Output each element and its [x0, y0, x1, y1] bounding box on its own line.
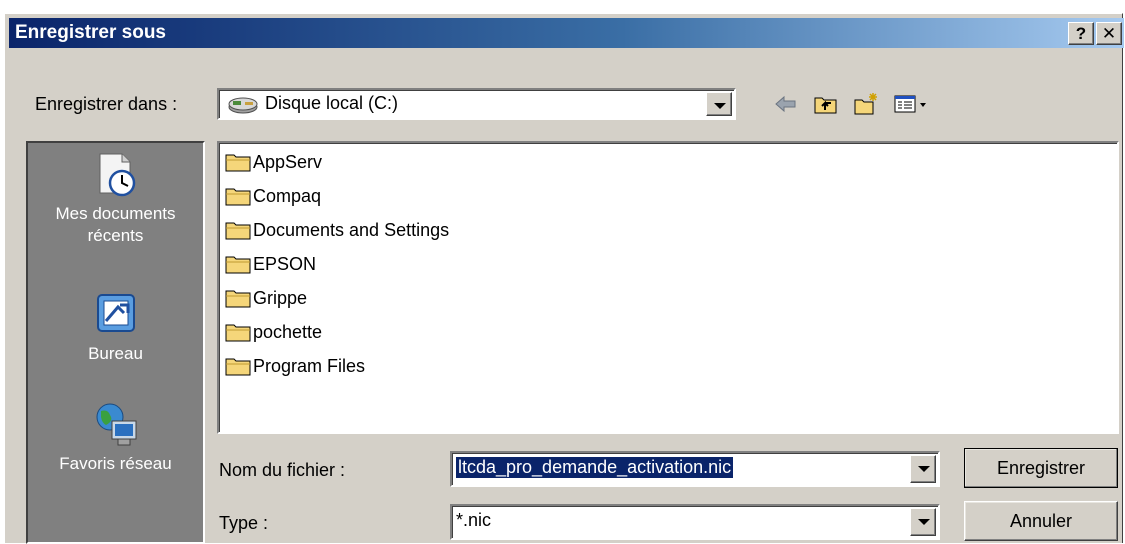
new-folder-icon[interactable] — [853, 92, 879, 116]
folder-icon — [225, 290, 251, 308]
file-name: Documents and Settings — [253, 219, 450, 240]
drive-icon — [227, 93, 259, 120]
close-button[interactable]: ✕ — [1096, 22, 1122, 45]
save-in-dropdown-button[interactable] — [706, 92, 732, 116]
list-item[interactable]: Documents and Settings — [225, 214, 449, 246]
file-name: pochette — [253, 321, 323, 342]
list-item[interactable]: AppServ — [225, 146, 322, 178]
desktop-icon — [92, 291, 140, 339]
filename-input[interactable]: ltcda_pro_demande_activation.nic — [450, 451, 940, 487]
file-list[interactable]: AppServ Compaq Documents and Settings EP… — [217, 141, 1119, 434]
view-menu-icon[interactable] — [893, 92, 929, 116]
filename-label: Nom du fichier : — [219, 460, 346, 480]
cancel-button[interactable]: Annuler — [964, 501, 1118, 541]
file-name: Grippe — [253, 287, 308, 308]
list-item[interactable]: Grippe — [225, 282, 307, 314]
network-icon — [92, 401, 140, 449]
save-in-combo[interactable]: Disque local (C:) — [217, 88, 736, 120]
places-bar: Mes documents récents Bureau Favoris rés… — [26, 141, 205, 544]
filetype-label: Type : — [219, 513, 269, 533]
title-bar[interactable]: Enregistrer sous ? ✕ — [9, 18, 1124, 48]
help-button[interactable]: ? — [1068, 22, 1094, 45]
save-as-dialog: Enregistrer sous ? ✕ Enregistrer dans : … — [4, 13, 1124, 544]
file-name: EPSON — [253, 253, 317, 274]
filename-value[interactable]: ltcda_pro_demande_activation.nic — [456, 457, 734, 478]
filetype-dropdown-button[interactable] — [910, 508, 936, 536]
place-label-network: Favoris réseau — [59, 454, 172, 473]
folder-icon — [225, 188, 251, 206]
folder-icon — [225, 256, 251, 274]
list-item[interactable]: Program Files — [225, 350, 365, 382]
place-recent-documents[interactable]: Mes documents récents — [28, 151, 203, 247]
save-button[interactable]: Enregistrer — [964, 448, 1118, 488]
save-in-value: Disque local (C:) — [265, 93, 399, 113]
list-item[interactable]: Compaq — [225, 180, 321, 212]
place-network[interactable]: Favoris réseau — [28, 401, 203, 475]
place-label-desktop: Bureau — [88, 344, 143, 363]
folder-icon — [225, 222, 251, 240]
place-label-recent: Mes documents récents — [55, 204, 176, 245]
up-folder-icon[interactable] — [813, 92, 839, 116]
file-name: Program Files — [253, 355, 366, 376]
filename-dropdown-button[interactable] — [910, 455, 936, 483]
back-arrow-icon[interactable] — [773, 92, 799, 116]
file-name: Compaq — [253, 185, 322, 206]
folder-icon — [225, 154, 251, 172]
filetype-select[interactable]: *.nic — [450, 504, 940, 540]
folder-icon — [225, 358, 251, 376]
place-desktop[interactable]: Bureau — [28, 291, 203, 365]
window-title: Enregistrer sous — [15, 22, 166, 43]
list-item[interactable]: EPSON — [225, 248, 316, 280]
file-name: AppServ — [253, 151, 323, 172]
filetype-value: *.nic — [456, 510, 492, 530]
save-in-label: Enregistrer dans : — [35, 94, 178, 114]
folder-icon — [225, 324, 251, 342]
recent-documents-icon — [92, 151, 140, 199]
list-item[interactable]: pochette — [225, 316, 322, 348]
